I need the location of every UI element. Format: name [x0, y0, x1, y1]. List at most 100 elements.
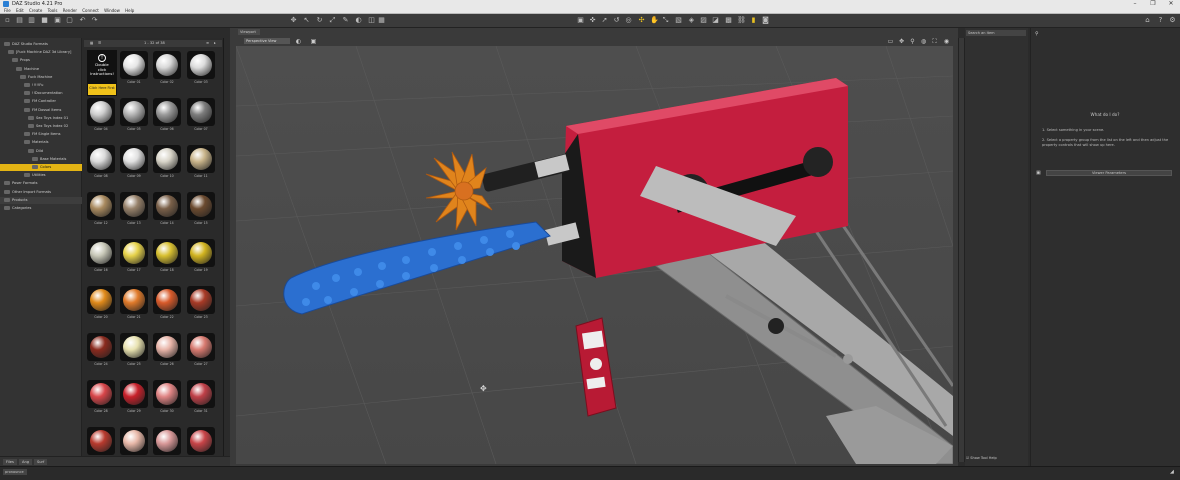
- material-thumbnail[interactable]: Color 18: [152, 238, 182, 274]
- show-tool-help-checkbox[interactable]: ☑ Show Tool Help: [966, 455, 1026, 461]
- scale-tool-icon[interactable]: ⤢: [329, 17, 336, 24]
- tab-ang[interactable]: Ang: [19, 459, 33, 465]
- viewport-options-icon[interactable]: ▣: [310, 38, 317, 45]
- content-options-icon[interactable]: ≡: [206, 40, 209, 47]
- universal-tool-icon[interactable]: ✥: [290, 17, 297, 24]
- instructions-thumbnail[interactable]: ! Double click Instructions! Click Here …: [87, 50, 117, 96]
- property-search-input[interactable]: Search an item: [966, 30, 1026, 36]
- tree-item[interactable]: !!Documentation: [0, 90, 82, 97]
- node-weight-icon[interactable]: ◐: [355, 17, 362, 24]
- material-thumbnail[interactable]: Color 15: [186, 191, 216, 227]
- resize-grip-icon[interactable]: ◢: [1170, 469, 1174, 475]
- material-thumbnail[interactable]: Color 04: [86, 97, 116, 133]
- tree-item[interactable]: FM Controller: [0, 98, 82, 105]
- material-thumbnail[interactable]: Color 23: [186, 285, 216, 321]
- tree-item[interactable]: Props: [0, 57, 82, 64]
- iray-icon[interactable]: ▩: [725, 17, 732, 24]
- material-thumbnail[interactable]: Color 11: [186, 144, 216, 180]
- draw-style-icon[interactable]: ◐: [295, 38, 302, 45]
- link-icon[interactable]: ⛓: [737, 17, 746, 24]
- rotate-tool-icon[interactable]: ↻: [316, 17, 323, 24]
- export-icon[interactable]: ▢: [66, 17, 73, 24]
- material-thumbnail[interactable]: Color 02: [152, 50, 182, 86]
- material-thumbnail[interactable]: Color 20: [86, 285, 116, 321]
- scale-view-icon[interactable]: ⤡: [662, 17, 669, 24]
- material-thumbnail[interactable]: Color 09: [119, 144, 149, 180]
- material-thumbnail[interactable]: Color 30: [152, 379, 182, 415]
- redo-icon[interactable]: ↷: [91, 17, 98, 24]
- pan-icon[interactable]: ✥: [898, 38, 905, 45]
- tree-item[interactable]: Base Materials: [0, 156, 82, 163]
- material-thumbnail[interactable]: Color 16: [86, 238, 116, 274]
- render-icon[interactable]: ◪: [712, 17, 719, 24]
- rotate-view-icon[interactable]: ↺: [613, 17, 620, 24]
- select-arrow-icon[interactable]: ➚: [601, 17, 608, 24]
- region-select-icon[interactable]: ▧: [675, 17, 682, 24]
- tree-item[interactable]: Colors: [0, 164, 82, 171]
- material-thumbnail[interactable]: Color 05: [119, 97, 149, 133]
- material-thumbnail[interactable]: Color 12: [86, 191, 116, 227]
- camera-icon[interactable]: ◙: [762, 17, 769, 24]
- tree-item[interactable]: Products: [0, 196, 82, 204]
- geometry-editor-icon[interactable]: ▦: [378, 17, 385, 24]
- orbit-view-icon[interactable]: ◍: [920, 38, 927, 45]
- material-thumbnail[interactable]: Color 22: [152, 285, 182, 321]
- material-thumbnail[interactable]: Color 10: [152, 144, 182, 180]
- tree-item[interactable]: Materials: [0, 139, 82, 146]
- translate-tool-icon[interactable]: ↖: [303, 17, 310, 24]
- viewer-parameters-button[interactable]: Viewer Parameters: [1046, 170, 1172, 176]
- zoom-icon[interactable]: ⚲: [909, 38, 916, 45]
- undo-icon[interactable]: ↶: [79, 17, 86, 24]
- content-menu-icon[interactable]: ▸: [214, 40, 216, 47]
- merge-icon[interactable]: ▥: [28, 17, 35, 24]
- orbit-icon[interactable]: ◎: [625, 17, 632, 24]
- material-thumbnail[interactable]: Color 28: [86, 379, 116, 415]
- view-cube-icon[interactable]: ◉: [943, 38, 950, 45]
- material-thumbnail[interactable]: Color 01: [119, 50, 149, 86]
- material-thumbnail[interactable]: Color 27: [186, 332, 216, 368]
- material-thumbnail[interactable]: Color 21: [119, 285, 149, 321]
- minimize-button[interactable]: –: [1128, 0, 1142, 8]
- material-thumbnail[interactable]: Color 07: [186, 97, 216, 133]
- material-thumbnail[interactable]: Color 06: [152, 97, 182, 133]
- tab-surf[interactable]: Surf: [34, 459, 48, 465]
- save-icon[interactable]: ■: [41, 17, 48, 24]
- open-icon[interactable]: ▤: [16, 17, 23, 24]
- material-thumbnail[interactable]: Color 14: [152, 191, 182, 227]
- render-settings-icon[interactable]: ▨: [700, 17, 707, 24]
- joint-editor-icon[interactable]: ✎: [342, 17, 349, 24]
- save-as-icon[interactable]: ▣: [54, 17, 61, 24]
- settings-icon[interactable]: ⚙: [1169, 17, 1176, 24]
- grid-view-icon[interactable]: ▦: [90, 40, 93, 47]
- maximize-button[interactable]: ❐: [1146, 0, 1160, 8]
- material-thumbnail[interactable]: Color 26: [152, 332, 182, 368]
- surface-selection-icon[interactable]: ◫: [368, 17, 375, 24]
- material-thumbnail[interactable]: Color 24: [86, 332, 116, 368]
- move-icon[interactable]: ✜: [589, 17, 596, 24]
- home-icon[interactable]: ⌂: [1144, 17, 1151, 24]
- aux-viewport-icon[interactable]: ▭: [887, 38, 894, 45]
- viewport-tab[interactable]: Viewport: [238, 29, 260, 35]
- spot-render-icon[interactable]: ◈: [688, 17, 695, 24]
- lock-icon[interactable]: ▮: [750, 17, 757, 24]
- frame-icon[interactable]: ⛶: [931, 38, 938, 45]
- pose-tool-icon[interactable]: ✋: [650, 17, 659, 24]
- tree-item[interactable]: Sex Toys Index 01: [0, 115, 82, 122]
- material-thumbnail[interactable]: Color 08: [86, 144, 116, 180]
- 3d-viewport[interactable]: ✥: [236, 46, 953, 464]
- list-view-icon[interactable]: ☰: [98, 40, 101, 47]
- tree-item[interactable]: Sex Toys Index 02: [0, 123, 82, 130]
- scene-tool-icon[interactable]: ▣: [577, 17, 584, 24]
- universal-active-icon[interactable]: ✣: [638, 17, 645, 24]
- close-button[interactable]: ✕: [1164, 0, 1178, 8]
- tree-item[interactable]: Fuck Machine: [0, 74, 82, 81]
- material-thumbnail[interactable]: Color 03: [186, 50, 216, 86]
- search-icon[interactable]: ⚲: [1035, 31, 1039, 37]
- tree-item[interactable]: Other Import Formats: [0, 189, 82, 196]
- tree-item[interactable]: [Fuck Machine DAZ 3d Library]: [0, 49, 82, 56]
- tree-item[interactable]: Categories: [0, 205, 82, 212]
- tree-item[interactable]: Machine: [0, 66, 82, 73]
- material-thumbnail[interactable]: Color 31: [186, 379, 216, 415]
- material-thumbnail[interactable]: Color 13: [119, 191, 149, 227]
- camera-select[interactable]: Perspective View: [244, 38, 290, 44]
